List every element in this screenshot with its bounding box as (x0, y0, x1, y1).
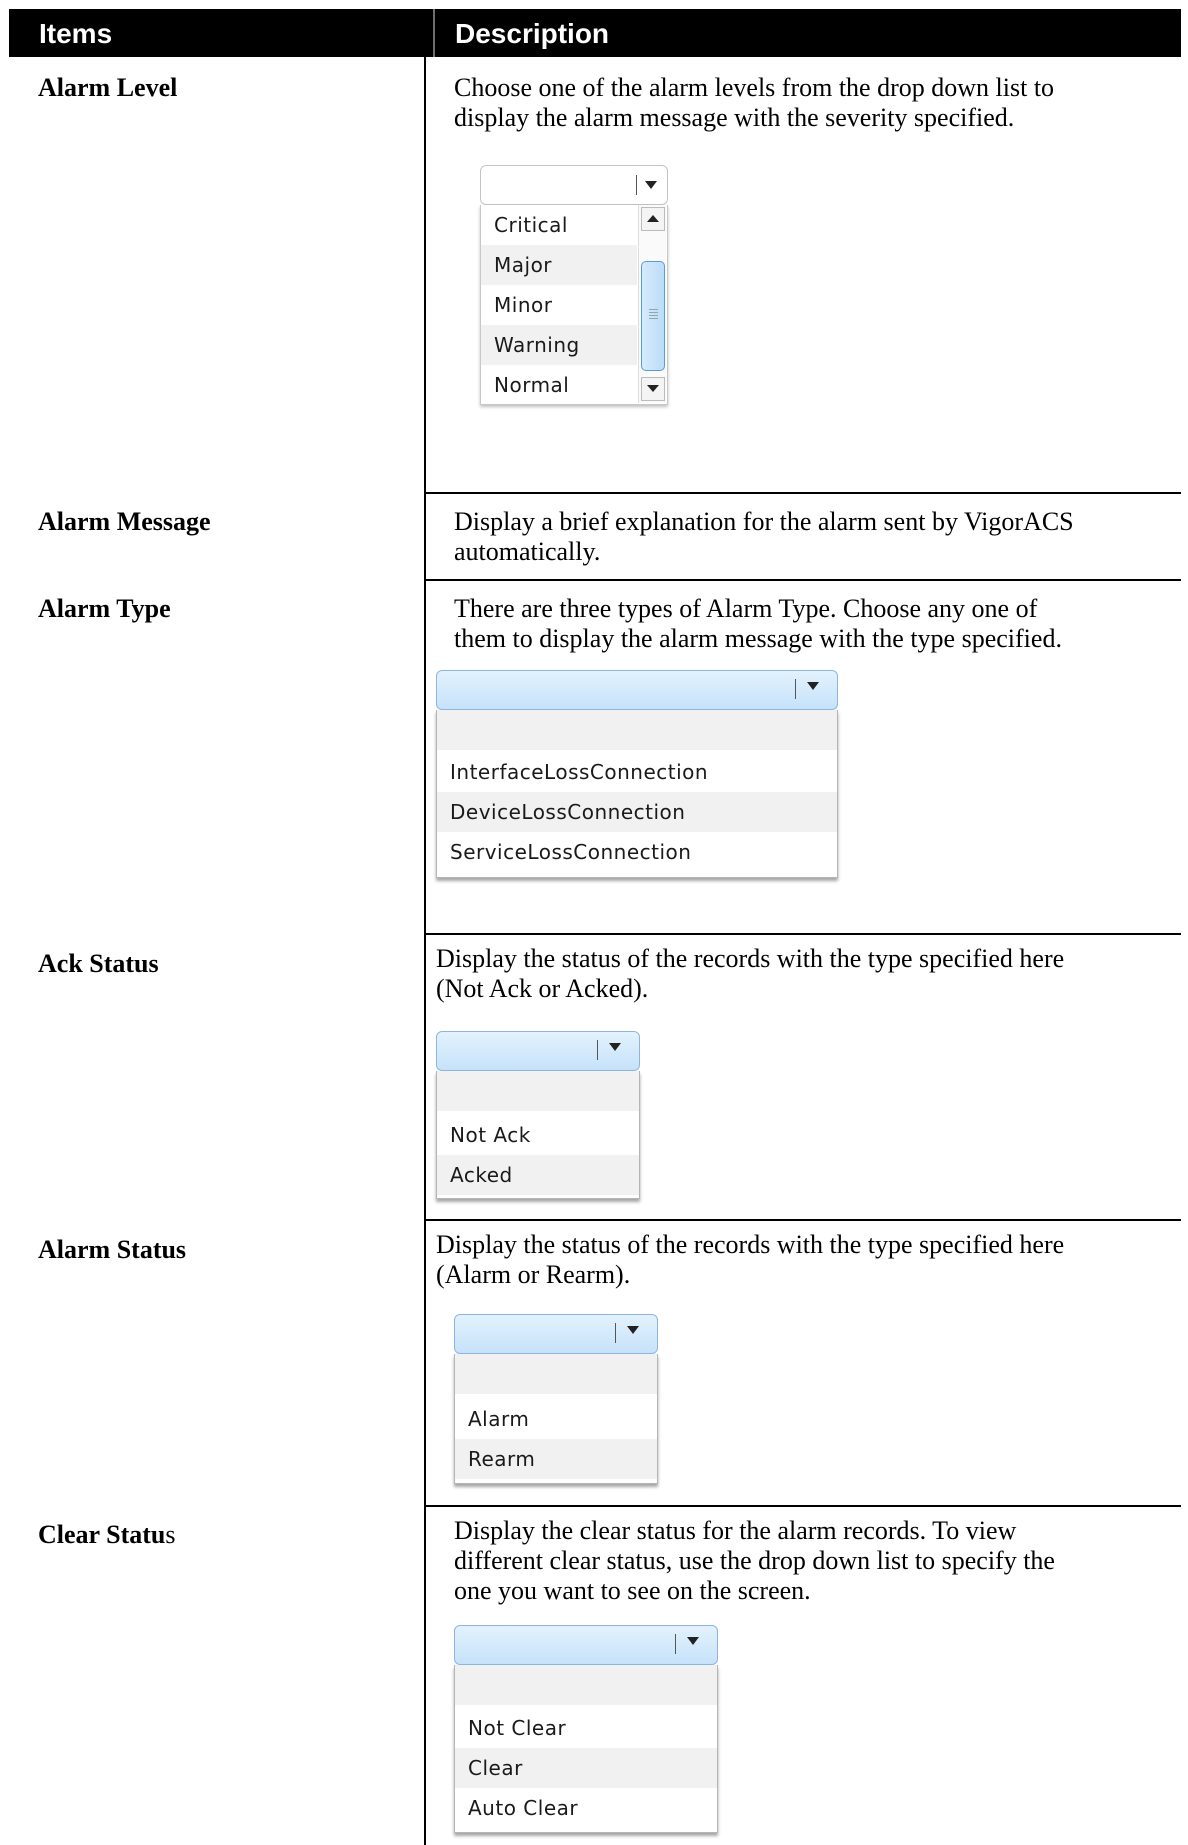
option-minor[interactable]: Minor (481, 285, 637, 325)
option-auto-clear[interactable]: Auto Clear (455, 1788, 717, 1828)
desc-alarm-status: Display the status of the records with t… (436, 1230, 1064, 1290)
ack-status-combo[interactable] (436, 1031, 640, 1071)
desc-line: (Alarm or Rearm). (436, 1260, 631, 1289)
row-divider (424, 1505, 1181, 1507)
chevron-down-icon[interactable] (627, 1326, 639, 1334)
chevron-down-icon[interactable] (807, 682, 819, 690)
desc-line: (Not Ack or Acked). (436, 974, 649, 1003)
desc-ack-status: Display the status of the records with t… (436, 944, 1064, 1004)
option-interface-loss[interactable]: InterfaceLossConnection (437, 752, 837, 792)
alarm-type-combo[interactable] (436, 670, 838, 710)
alarm-level-options: Critical Major Minor Warning Normal (480, 205, 668, 405)
option-alarm[interactable]: Alarm (455, 1399, 657, 1439)
clear-status-options: Not Clear Clear Auto Clear (454, 1665, 718, 1833)
desc-line: There are three types of Alarm Type. Cho… (454, 594, 1038, 623)
separator (615, 1323, 616, 1343)
option-warning[interactable]: Warning (481, 325, 637, 365)
alarm-status-combo[interactable] (454, 1314, 658, 1354)
desc-line: Display the status of the records with t… (436, 944, 1065, 973)
scroll-thumb[interactable] (641, 261, 665, 371)
item-clear-status-bold: Clear Statu (38, 1520, 166, 1549)
clear-status-combo[interactable] (454, 1625, 718, 1665)
desc-alarm-message: Display a brief explanation for the alar… (454, 507, 1074, 567)
separator (795, 679, 796, 699)
option-not-clear[interactable]: Not Clear (455, 1708, 717, 1748)
option-not-ack[interactable]: Not Ack (437, 1115, 639, 1155)
option-rearm[interactable]: Rearm (455, 1439, 657, 1479)
scroll-down-icon[interactable] (641, 377, 665, 401)
item-alarm-message: Alarm Message (38, 507, 211, 536)
desc-alarm-level: Choose one of the alarm levels from the … (454, 73, 1054, 133)
option-blank[interactable] (437, 710, 837, 750)
item-alarm-status: Alarm Status (38, 1235, 187, 1264)
table-header: Items Description (9, 9, 1181, 57)
separator (597, 1040, 598, 1060)
alarm-level-combo[interactable] (480, 165, 668, 205)
row-divider (424, 579, 1181, 581)
grip-icon (649, 309, 658, 321)
option-critical[interactable]: Critical (481, 205, 637, 245)
chevron-down-icon[interactable] (609, 1043, 621, 1051)
alarm-status-options: Alarm Rearm (454, 1354, 658, 1484)
desc-line: display the alarm message with the sever… (454, 103, 1015, 132)
desc-alarm-type: There are three types of Alarm Type. Cho… (454, 594, 1062, 654)
chevron-down-icon[interactable] (645, 181, 657, 189)
header-divider (433, 9, 435, 57)
option-device-loss[interactable]: DeviceLossConnection (437, 792, 837, 832)
item-clear-status: Clear Status (38, 1520, 175, 1550)
column-divider (424, 57, 426, 1845)
option-blank[interactable] (455, 1665, 717, 1705)
item-clear-status-rest: s (165, 1520, 176, 1549)
item-alarm-level: Alarm Level (38, 73, 178, 102)
header-items: Items (39, 18, 113, 49)
chevron-down-icon[interactable] (687, 1637, 699, 1645)
item-ack-status: Ack Status (38, 949, 159, 978)
alarm-type-options: InterfaceLossConnection DeviceLossConnec… (436, 710, 838, 878)
item-alarm-type: Alarm Type (38, 594, 171, 623)
desc-line: them to display the alarm message with t… (454, 624, 1062, 653)
desc-line: Display the status of the records with t… (436, 1230, 1065, 1259)
desc-line: Display a brief explanation for the alar… (454, 507, 1074, 536)
option-clear[interactable]: Clear (455, 1748, 717, 1788)
desc-line: Display the clear status for the alarm r… (454, 1516, 1017, 1545)
separator (675, 1634, 676, 1654)
option-normal[interactable]: Normal (481, 365, 637, 405)
option-service-loss[interactable]: ServiceLossConnection (437, 832, 837, 872)
desc-clear-status: Display the clear status for the alarm r… (454, 1516, 1055, 1606)
row-divider (424, 933, 1181, 935)
row-divider (424, 492, 1181, 494)
ack-status-options: Not Ack Acked (436, 1071, 640, 1199)
header-description: Description (455, 18, 610, 49)
row-divider (424, 1219, 1181, 1221)
scrollbar[interactable] (638, 205, 666, 403)
separator (636, 175, 637, 195)
option-blank[interactable] (455, 1354, 657, 1394)
desc-line: different clear status, use the drop dow… (454, 1546, 1055, 1575)
desc-line: Choose one of the alarm levels from the … (454, 73, 1055, 102)
desc-line: one you want to see on the screen. (454, 1576, 811, 1605)
option-major[interactable]: Major (481, 245, 637, 285)
scroll-up-icon[interactable] (641, 207, 665, 231)
desc-line: automatically. (454, 537, 601, 566)
option-blank[interactable] (437, 1071, 639, 1111)
option-acked[interactable]: Acked (437, 1155, 639, 1195)
